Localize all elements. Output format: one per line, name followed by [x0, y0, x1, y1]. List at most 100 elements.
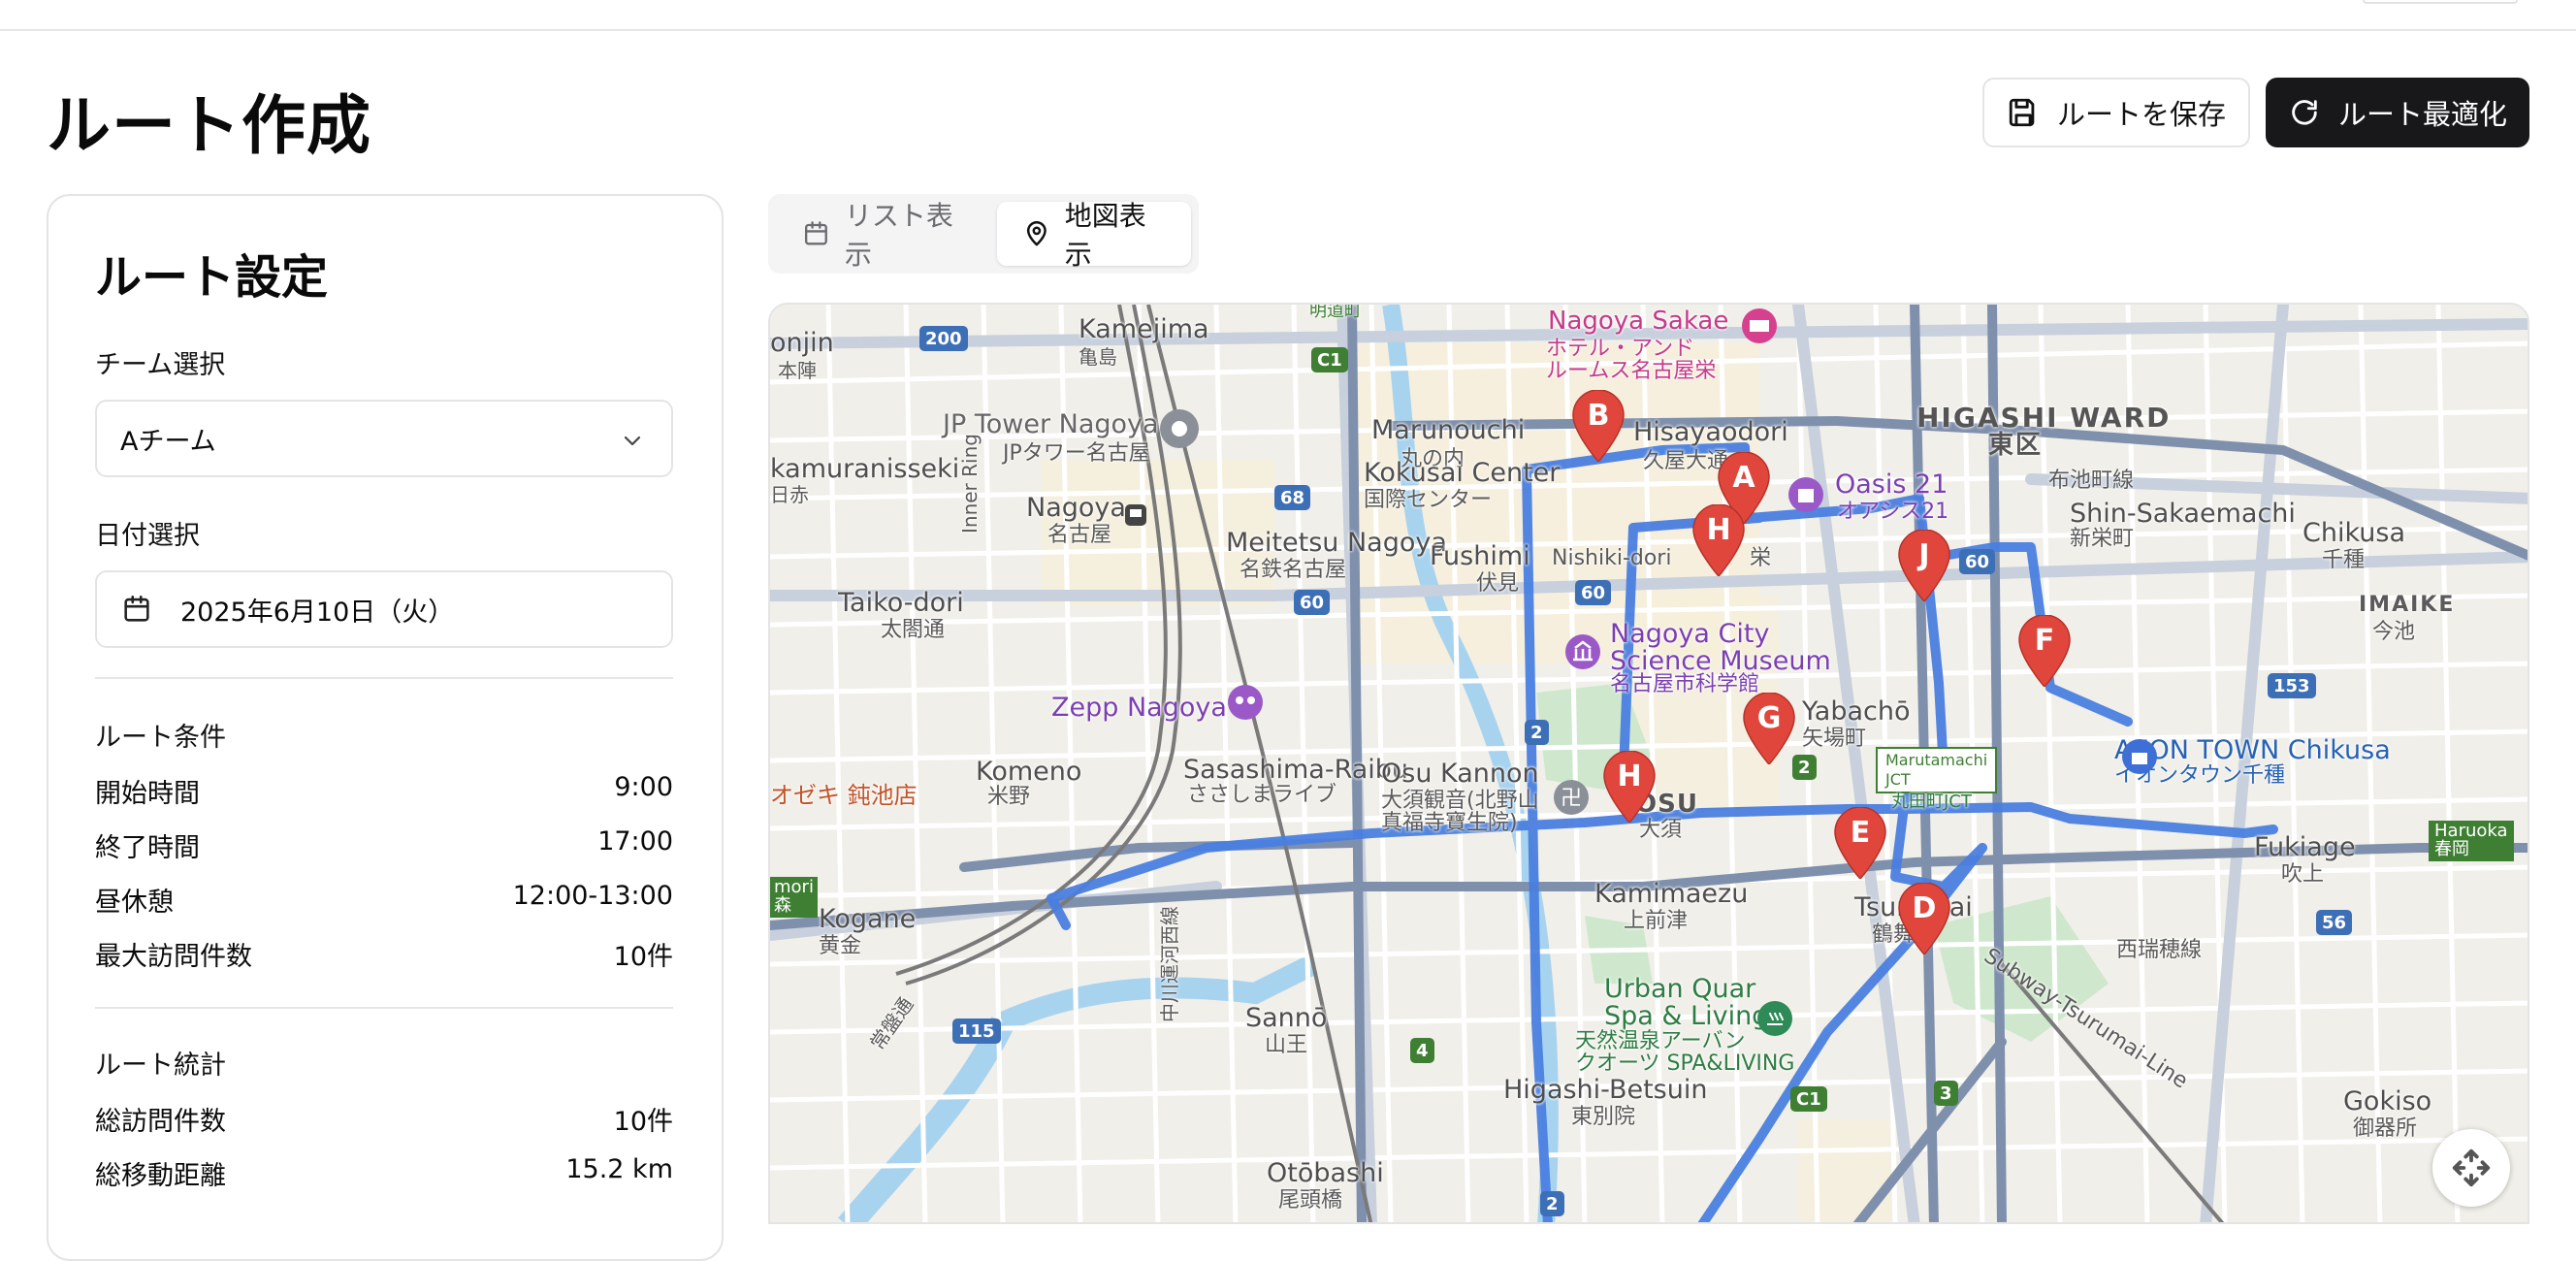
route-shield: 115	[952, 1018, 1001, 1044]
route-shield: C1	[1790, 1086, 1827, 1112]
calendar-icon	[804, 221, 827, 245]
map-marker-j[interactable]: J	[1897, 530, 1951, 601]
stat-value: 15.2 km	[565, 1154, 673, 1184]
condition-label: 開始時間	[95, 779, 200, 809]
map-marker-label: E	[1851, 816, 1871, 850]
map-place-label: 太閤通	[881, 618, 946, 642]
map-place-label: 名古屋市科学館	[1610, 672, 1760, 696]
chevron-down-icon	[624, 436, 641, 446]
save-icon	[2009, 98, 2035, 127]
condition-value: 10件	[613, 942, 673, 972]
map-place-label: Nagoya Sakae	[1548, 307, 1729, 336]
map-marker-label: B	[1588, 399, 1610, 433]
map-place-label: Kokusai Center	[1364, 458, 1561, 488]
route-shield: 2	[1525, 720, 1549, 745]
svg-text:卍: 卍	[1561, 787, 1582, 811]
page-title: ルート作成	[47, 88, 371, 163]
route-shield: 68	[1274, 485, 1311, 510]
map-place-label: ホテル・アンド ルームス名古屋栄	[1546, 337, 1717, 384]
map-place-label: Hisayaodori	[1633, 417, 1788, 447]
route-shield: 56	[2316, 910, 2353, 935]
shopping-bag-icon	[2122, 739, 2157, 774]
map-place-label: 今池	[2372, 620, 2416, 644]
map-place-label: オアシス21	[1837, 500, 1949, 524]
map-marker-e[interactable]: E	[1833, 807, 1887, 879]
tab-map-view[interactable]: 地図表示	[997, 200, 1191, 271]
optimize-route-button[interactable]: ルート最適化	[2266, 78, 2529, 147]
tab-list-view[interactable]: リスト表示	[776, 200, 1001, 271]
hotel-icon	[1742, 308, 1777, 343]
map-marker-d[interactable]: D	[1897, 883, 1951, 954]
map-place-label: Kamimaezu	[1594, 879, 1749, 909]
map-place-label: 丸田町JCT	[1891, 792, 1972, 812]
map-place-label: Gokiso	[2343, 1086, 2432, 1116]
refresh-icon	[2292, 100, 2317, 125]
map-marker-b[interactable]: B	[1571, 390, 1626, 462]
route-shield: 2	[1540, 1191, 1564, 1216]
map-place-label: 東別院	[1571, 1105, 1636, 1129]
date-picker[interactable]: 2025年6月10日（火）	[95, 570, 673, 648]
condition-value: 17:00	[597, 826, 673, 857]
stat-row: 総移動距離 15.2 km	[95, 1154, 673, 1193]
map-place-label: Sasashima-Raibu	[1183, 755, 1409, 785]
route-shield: C1	[1311, 347, 1348, 372]
map-place-label: 久屋大通	[1643, 449, 1729, 473]
route-map[interactable]: Nagoya Sakae ホテル・アンド ルームス名古屋栄 明道町 Kameji…	[768, 303, 2529, 1224]
map-place-label: Chikusa	[2302, 518, 2405, 548]
top-bar-control[interactable]	[2363, 0, 2518, 4]
map-marker-g[interactable]: G	[1742, 693, 1796, 764]
save-route-label: ルートを保存	[2056, 98, 2226, 131]
museum-icon	[1565, 634, 1600, 669]
condition-label: 昼休憩	[95, 888, 174, 918]
condition-label: 終了時間	[95, 833, 200, 863]
map-place-label: 山王	[1265, 1033, 1308, 1057]
map-place-label: 矢場町	[1802, 727, 1867, 751]
route-shield: 153	[2268, 673, 2316, 698]
team-select[interactable]: Aチーム	[95, 400, 673, 477]
map-place-label: Osu Kannon	[1381, 759, 1539, 789]
map-place-label: Fukiage	[2254, 832, 2356, 862]
map-place-label: mori 森	[770, 877, 818, 918]
save-route-button[interactable]: ルートを保存	[1982, 78, 2250, 147]
landmark-icon	[1160, 409, 1199, 448]
route-shield: 60	[1294, 590, 1331, 615]
map-place-label: Shin-Sakaemachi	[2070, 499, 2296, 529]
map-place-label: Nagoya	[1026, 493, 1126, 523]
view-tabs: リスト表示 地図表示	[768, 194, 1199, 274]
map-marker-label: A	[1732, 461, 1755, 495]
map-place-label: Nishiki-dori	[1552, 546, 1672, 570]
map-place-label: 新栄町	[2070, 527, 2135, 551]
fullscreen-button[interactable]	[2432, 1129, 2510, 1207]
map-place-label: Haruoka 春岡	[2429, 821, 2514, 861]
map-place-label: オゼキ 鈍池店	[770, 782, 918, 809]
map-place-label: Komeno	[976, 757, 1082, 787]
date-select-label: 日付選択	[95, 521, 200, 551]
map-place-label: Nagoya City Science Museum	[1610, 619, 1831, 677]
map-place-label: 東区	[1988, 431, 2044, 460]
map-marker-i[interactable]: H	[1691, 504, 1746, 576]
optimize-route-label: ルート最適化	[2337, 98, 2507, 131]
map-marker-h[interactable]: H	[1602, 751, 1657, 823]
map-place-label: 栄	[1750, 546, 1772, 570]
map-place-label: 西瑞穂線	[2116, 938, 2203, 962]
map-place-label: 日赤	[770, 483, 809, 506]
map-place-label: HIGASHI WARD	[1916, 402, 2172, 434]
map-place-label: JPタワー名古屋	[1003, 441, 1150, 466]
map-place-label: Fushimi	[1430, 541, 1530, 571]
conditions-title: ルート条件	[95, 723, 226, 753]
map-place-label: Inner Ring	[958, 434, 982, 534]
route-settings-panel: ルート設定 チーム選択 Aチーム 日付選択 2025年6月10日（火） ルート条…	[47, 194, 724, 1261]
temple-icon: 卍	[1554, 780, 1589, 815]
route-shield: 3	[1934, 1081, 1958, 1106]
map-place-label: Higashi-Betsuin	[1503, 1075, 1708, 1105]
train-station-icon	[1125, 504, 1146, 526]
tab-list-label: リスト表示	[844, 200, 953, 271]
map-place-label: Oasis 21	[1835, 469, 1948, 500]
route-shield: 4	[1410, 1038, 1434, 1063]
shopping-icon	[1788, 477, 1823, 512]
map-marker-f[interactable]: F	[2017, 615, 2072, 687]
map-place-label: 中川運河西線	[1158, 906, 1181, 1022]
stat-row: 総訪問件数 10件	[95, 1100, 673, 1139]
map-place-label: 吹上	[2281, 862, 2325, 887]
map-place-label: Taiko-dori	[838, 588, 964, 618]
